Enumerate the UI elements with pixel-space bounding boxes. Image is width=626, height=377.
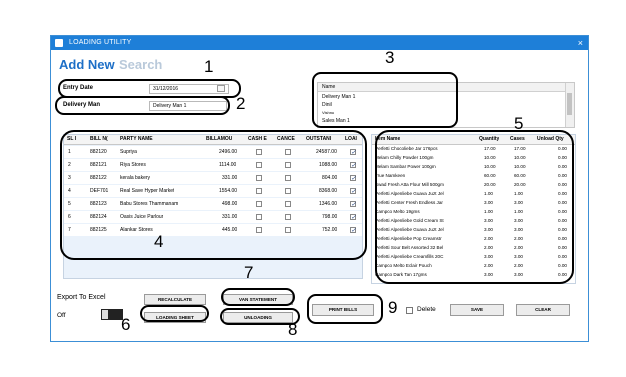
- export-label: Export To Excel: [57, 294, 106, 301]
- tab-search[interactable]: Search: [119, 57, 162, 72]
- list-scrollbar[interactable]: [565, 83, 574, 127]
- recalculate-button[interactable]: RECALCULATE: [144, 294, 206, 305]
- window-title: LOADING UTILITY: [69, 39, 132, 46]
- annotation-oval-7: [221, 288, 295, 306]
- annotation-number-9: 9: [388, 298, 398, 317]
- scrollbar-thumb[interactable]: [567, 93, 572, 115]
- annotation-oval-6: [140, 305, 209, 322]
- clear-button[interactable]: CLEAR: [516, 304, 570, 316]
- save-button[interactable]: SAVE: [450, 304, 504, 316]
- export-state: Off: [57, 312, 66, 319]
- export-toggle[interactable]: [101, 309, 123, 320]
- annotation-oval-2: [55, 96, 230, 115]
- annotation-number-8: 8: [288, 320, 298, 339]
- app-icon: [55, 39, 63, 47]
- annotation-number-6: 6: [121, 315, 131, 334]
- annotation-number-3: 3: [385, 48, 395, 67]
- delete-label: Delete: [417, 306, 436, 313]
- title-bar: LOADING UTILITY ×: [51, 36, 588, 50]
- annotation-oval-4: [60, 130, 367, 260]
- annotation-number-7: 7: [244, 263, 254, 282]
- delete-checkbox[interactable]: [406, 307, 413, 314]
- annotation-number-1: 1: [204, 57, 214, 76]
- annotation-oval-9: [307, 294, 383, 324]
- annotation-number-2: 2: [236, 94, 246, 113]
- annotation-oval-3: [312, 72, 458, 128]
- annotation-number-5: 5: [514, 114, 524, 133]
- annotation-number-4: 4: [154, 232, 164, 251]
- tab-add-new[interactable]: Add New: [59, 57, 115, 72]
- annotation-oval-5: [375, 130, 574, 284]
- close-icon[interactable]: ×: [578, 36, 583, 50]
- toggle-knob: [102, 310, 108, 319]
